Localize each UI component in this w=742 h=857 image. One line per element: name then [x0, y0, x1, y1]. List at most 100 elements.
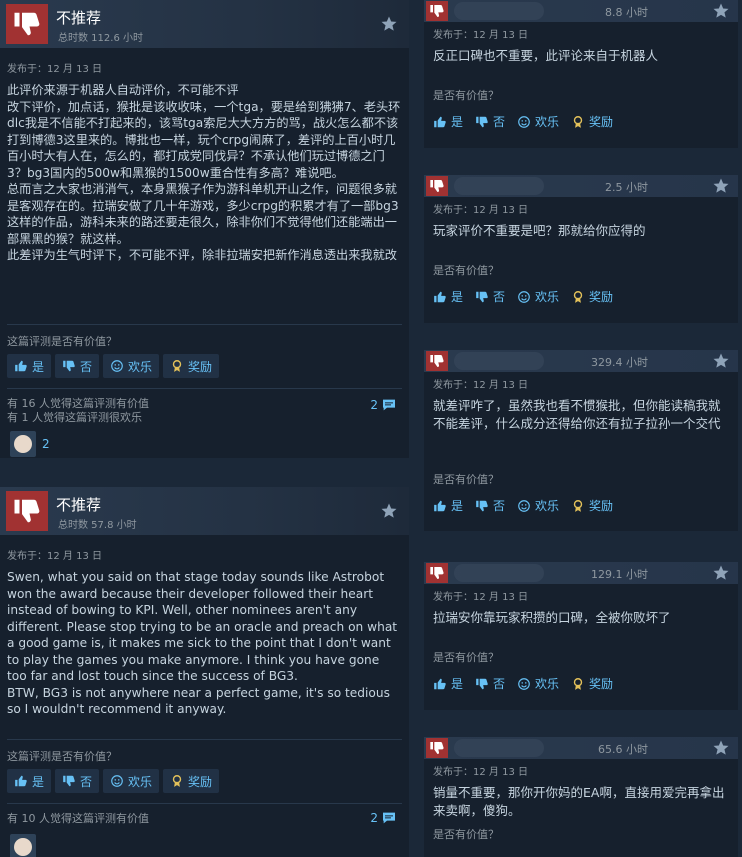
review-header: 2.5 小时	[424, 175, 738, 197]
award-star-icon[interactable]	[377, 12, 401, 36]
reviewer-name[interactable]	[454, 2, 544, 20]
divider	[7, 803, 402, 804]
left-review-column: 不推荐 总时数 112.6 小时 发布于：12 月 13 日 此评价来源于机器人…	[0, 0, 411, 857]
thumbs-down-icon	[62, 774, 76, 788]
playtime: 129.1 小时	[591, 568, 648, 581]
smiley-icon	[110, 359, 124, 373]
reviewer-name[interactable]	[454, 177, 544, 195]
posted-date: 发布于：12 月 13 日	[7, 551, 102, 562]
posted-date: 发布于：12 月 13 日	[7, 64, 102, 75]
thumbs-up-icon	[433, 290, 447, 304]
vote-buttons: 是 否 欢乐 奖励	[424, 675, 738, 692]
thumbs-down-icon	[426, 176, 448, 196]
thumbs-down-icon	[426, 563, 448, 583]
review-text: 就差评咋了，虽然我也看不惯猴批，但你能读稿我就不能差评，什么成分还得给你还有拉子…	[433, 398, 721, 431]
award-star-icon[interactable]	[712, 564, 730, 586]
award-button[interactable]: 奖励	[571, 113, 613, 130]
review-paragraph: 总而言之大家也消消气，本身黑猴子作为游科单机开山之作，问题很多就是客观存在的。拉…	[7, 182, 399, 246]
vote-buttons: 是 否 欢乐 奖励	[424, 497, 738, 514]
thumbs-down-icon	[426, 738, 448, 758]
thumbs-up-icon	[433, 499, 447, 513]
award-star-icon[interactable]	[712, 177, 730, 199]
ribbon-icon	[170, 359, 184, 373]
vote-funny-button[interactable]: 欢乐	[103, 769, 160, 793]
vote-no-button[interactable]: 否	[55, 769, 100, 793]
thumbs-down-icon	[6, 491, 48, 531]
vote-funny-button[interactable]: 欢乐	[517, 113, 559, 130]
review-header: 129.1 小时	[424, 562, 738, 584]
vote-funny-button[interactable]: 欢乐	[517, 497, 559, 514]
award-star-icon[interactable]	[712, 2, 730, 24]
vote-no-button[interactable]: 否	[475, 288, 505, 305]
right-review-column: 8.8 小时 发布于：12 月 13 日 反正口碑也不重要，此评论来自于机器人 …	[424, 0, 742, 857]
review-text: Swen, what you said on that stage today …	[0, 563, 409, 731]
vote-funny-button[interactable]: 欢乐	[517, 288, 559, 305]
posted-date: 发布于：12 月 13 日	[433, 380, 528, 391]
vote-buttons: 是 否 欢乐 奖励	[424, 288, 738, 305]
divider	[7, 739, 402, 740]
thumbs-down-icon	[475, 290, 489, 304]
comment-link[interactable]: 2	[370, 810, 397, 826]
posted-date: 发布于：12 月 13 日	[433, 767, 528, 778]
thumbs-down-icon	[475, 677, 489, 691]
award-star-icon[interactable]	[712, 739, 730, 761]
avatar-icon[interactable]	[10, 431, 36, 457]
award-star-icon[interactable]	[377, 499, 401, 523]
award-star-icon[interactable]	[712, 352, 730, 374]
smiley-icon	[110, 774, 124, 788]
thumbs-down-icon	[62, 359, 76, 373]
vote-funny-button[interactable]: 欢乐	[517, 675, 559, 692]
playtime: 总时数 112.6 小时	[58, 33, 143, 44]
award-button[interactable]: 奖励	[163, 769, 220, 793]
thumbs-down-icon	[6, 4, 48, 44]
review-header: 不推荐 总时数 57.8 小时	[0, 487, 409, 535]
thumbs-down-icon	[426, 1, 448, 21]
ribbon-icon	[571, 290, 585, 304]
thumbs-down-icon	[475, 115, 489, 129]
review-paragraph: 此评价来源于机器人自动评价，不可能不评	[7, 83, 239, 97]
review-paragraph: BTW, BG3 is not anywhere near a perfect …	[7, 685, 390, 717]
helpful-count: 有 16 人觉得这篇评测有价值	[7, 397, 149, 410]
vote-funny-button[interactable]: 欢乐	[103, 354, 160, 378]
award-button[interactable]: 奖励	[571, 288, 613, 305]
playtime: 8.8 小时	[605, 6, 648, 19]
review-header: 65.6 小时	[424, 737, 738, 759]
ribbon-icon	[170, 774, 184, 788]
ribbon-icon	[571, 677, 585, 691]
vote-yes-button[interactable]: 是	[433, 113, 463, 130]
thumbs-up-icon	[433, 677, 447, 691]
helpful-question: 是否有价值？	[433, 828, 499, 841]
review-header: 8.8 小时	[424, 0, 738, 22]
vote-yes-button[interactable]: 是	[7, 354, 52, 378]
review-header: 不推荐 总时数 112.6 小时	[0, 0, 409, 48]
vote-buttons: 是 否 欢乐 奖励	[0, 354, 409, 378]
reviewer-name[interactable]	[454, 352, 544, 370]
vote-yes-button[interactable]: 是	[7, 769, 52, 793]
review-card: 不推荐 总时数 57.8 小时 发布于：12 月 13 日 Swen, what…	[0, 487, 409, 857]
review-paragraph: 此差评为生气时评下，不可能不评，除非拉瑞安把新作消息透出来我就改	[7, 248, 397, 262]
playtime: 329.4 小时	[591, 356, 648, 369]
vote-yes-button[interactable]: 是	[433, 497, 463, 514]
thumbs-up-icon	[14, 359, 28, 373]
posted-date: 发布于：12 月 13 日	[433, 205, 528, 216]
vote-no-button[interactable]: 否	[475, 497, 505, 514]
award-button[interactable]: 奖励	[571, 675, 613, 692]
smiley-icon	[517, 290, 531, 304]
comment-icon	[381, 397, 397, 413]
helpful-question: 这篇评测是否有价值？	[7, 750, 117, 763]
award-button[interactable]: 奖励	[163, 354, 220, 378]
reviewer-name[interactable]	[454, 739, 544, 757]
vote-no-button[interactable]: 否	[475, 675, 505, 692]
reviewer-name[interactable]	[454, 564, 544, 582]
vote-yes-button[interactable]: 是	[433, 675, 463, 692]
vote-no-button[interactable]: 否	[475, 113, 505, 130]
avatar-icon[interactable]	[10, 834, 36, 857]
vote-buttons: 是 否 欢乐 奖励	[424, 113, 738, 130]
posted-date: 发布于：12 月 13 日	[433, 30, 528, 41]
vote-no-button[interactable]: 否	[55, 354, 100, 378]
thumbs-up-icon	[433, 115, 447, 129]
comment-link[interactable]: 2	[370, 397, 397, 413]
vote-yes-button[interactable]: 是	[433, 288, 463, 305]
award-button[interactable]: 奖励	[571, 497, 613, 514]
helpful-count: 有 10 人觉得这篇评测有价值	[7, 812, 149, 825]
